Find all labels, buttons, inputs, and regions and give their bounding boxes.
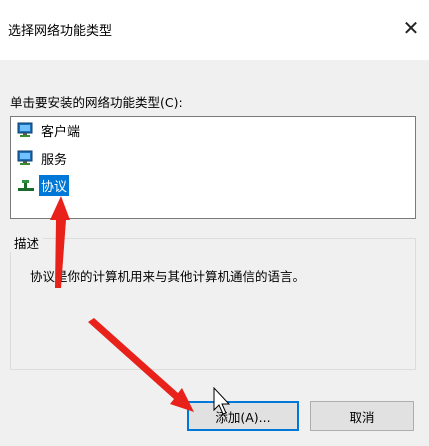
add-button[interactable]: 添加(A)... [187, 401, 299, 431]
description-text: 协议是你的计算机用来与其他计算机通信的语言。 [30, 269, 306, 284]
client-computer-icon [17, 122, 33, 137]
title-bar: 选择网络功能类型 ✕ [0, 0, 429, 60]
close-icon: ✕ [402, 16, 420, 40]
list-item-client[interactable]: 客户端 [17, 120, 82, 140]
service-computer-icon [17, 150, 33, 165]
cancel-button[interactable]: 取消 [310, 401, 414, 431]
list-item-label: 协议 [39, 174, 70, 196]
dialog-title: 选择网络功能类型 [8, 24, 113, 39]
description-group-title: 描述 [10, 233, 44, 252]
list-item-service[interactable]: 服务 [17, 148, 69, 168]
list-item-protocol[interactable]: 协议 [17, 174, 70, 196]
protocol-network-icon [18, 180, 34, 191]
description-group [10, 238, 416, 370]
network-feature-type-dialog: 选择网络功能类型 ✕ 单击要安装的网络功能类型(C): 客户端 服务 协议 描述… [0, 0, 429, 446]
feature-type-list[interactable]: 客户端 服务 协议 [10, 116, 416, 219]
close-button[interactable]: ✕ [397, 14, 425, 42]
list-item-label: 客户端 [41, 124, 81, 140]
list-item-label: 服务 [41, 152, 68, 168]
prompt-label: 单击要安装的网络功能类型(C): [10, 95, 183, 110]
